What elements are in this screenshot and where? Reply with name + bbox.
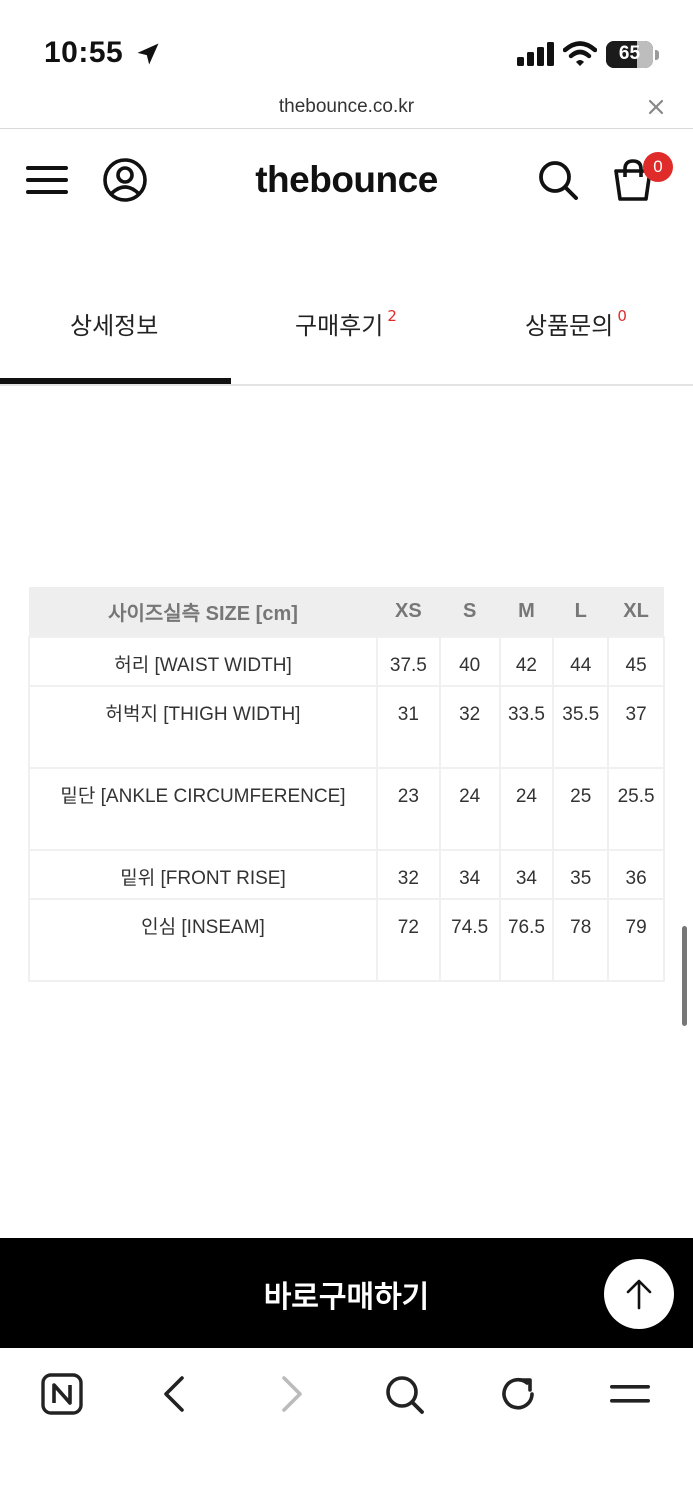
table-cell: 35 [552, 849, 610, 900]
table-cell: 35.5 [552, 685, 610, 769]
buy-now-label: 바로구매하기 [263, 1280, 430, 1315]
table-cell: 24 [498, 767, 555, 851]
row-label: 허리 [WAIST WIDTH] [28, 636, 378, 687]
table-header-m: M [499, 587, 554, 637]
row-label: 밑위 [FRONT RISE] [28, 849, 378, 900]
table-cell: 32 [438, 685, 501, 769]
status-time: 10:55 [44, 36, 124, 69]
row-label: 허벅지 [THIGH WIDTH] [28, 685, 378, 769]
table-cell: 24 [438, 767, 501, 851]
buy-now-button[interactable]: 바로구매하기 [0, 1238, 693, 1348]
table-cell: 34 [498, 849, 555, 900]
scroll-to-top-button[interactable] [604, 1259, 674, 1329]
table-row: 허리 [WAIST WIDTH] 37.5 40 42 44 45 [28, 636, 665, 687]
search-icon[interactable] [382, 1372, 426, 1416]
scrollbar[interactable] [682, 926, 687, 1026]
table-cell: 40 [438, 636, 501, 687]
table-header-row: 사이즈실측 SIZE [cm] XS S M L XL [29, 587, 664, 637]
tab-inquiries-count: 0 [617, 307, 627, 325]
cellular-signal-icon [517, 42, 554, 66]
table-cell: 79 [607, 898, 665, 982]
arrow-up-icon [626, 1279, 652, 1310]
table-cell: 25 [552, 767, 610, 851]
tab-reviews-label: 구매후기 [295, 312, 384, 340]
tab-details[interactable]: 상세정보 [70, 306, 158, 341]
url-text[interactable]: thebounce.co.kr [0, 96, 693, 118]
tab-reviews[interactable]: 구매후기 2 [295, 306, 397, 341]
tab-inquiries-label: 상품문의 [525, 312, 614, 340]
reload-icon[interactable] [496, 1372, 540, 1416]
forward-icon[interactable] [268, 1372, 312, 1416]
table-cell: 36 [607, 849, 665, 900]
table-row: 밑단 [ANKLE CIRCUMFERENCE] 23 24 24 25 25.… [28, 767, 665, 851]
table-cell: 44 [552, 636, 610, 687]
table-cell: 42 [498, 636, 555, 687]
tab-details-label: 상세정보 [70, 312, 159, 340]
url-bar[interactable]: thebounce.co.kr [0, 88, 693, 129]
table-cell: 23 [375, 767, 441, 851]
wifi-icon [563, 41, 597, 66]
table-row: 밑위 [FRONT RISE] 32 34 34 35 36 [28, 849, 665, 900]
table-cell: 37 [607, 685, 665, 769]
brand-logo[interactable]: thebounce [0, 159, 693, 201]
naver-home-icon[interactable] [40, 1372, 84, 1416]
cart-count-badge: 0 [643, 152, 673, 182]
location-arrow-icon [137, 43, 159, 65]
table-header-s: S [439, 587, 500, 637]
product-tabs: 상세정보 구매후기 2 상품문의 0 [0, 270, 693, 386]
table-header-label: 사이즈실측 SIZE [cm] [29, 587, 377, 637]
table-cell: 34 [438, 849, 501, 900]
site-header: thebounce 0 [0, 129, 693, 233]
table-cell: 45 [607, 636, 665, 687]
table-cell: 25.5 [607, 767, 665, 851]
active-tab-indicator [0, 378, 231, 384]
table-cell: 31 [375, 685, 441, 769]
back-icon[interactable] [154, 1372, 198, 1416]
table-cell: 37.5 [375, 636, 441, 687]
tab-reviews-count: 2 [387, 307, 397, 325]
table-row: 허벅지 [THIGH WIDTH] 31 32 33.5 35.5 37 [28, 685, 665, 769]
table-cell: 76.5 [498, 898, 555, 982]
table-header-xs: XS [376, 587, 440, 637]
search-icon[interactable] [537, 159, 579, 201]
battery-icon: 65 [606, 41, 659, 69]
close-icon[interactable] [645, 96, 667, 118]
table-cell: 78 [552, 898, 610, 982]
tab-inquiries[interactable]: 상품문의 0 [525, 306, 627, 341]
battery-level: 65 [618, 43, 641, 64]
table-cell: 72 [375, 898, 441, 982]
table-cell: 33.5 [498, 685, 555, 769]
status-bar: 10:55 65 [0, 0, 693, 88]
menu-icon[interactable] [608, 1372, 652, 1416]
row-label: 밑단 [ANKLE CIRCUMFERENCE] [28, 767, 378, 851]
table-cell: 74.5 [438, 898, 501, 982]
table-cell: 32 [375, 849, 441, 900]
table-header-xl: XL [608, 587, 664, 637]
browser-toolbar [0, 1348, 693, 1500]
table-row: 인심 [INSEAM] 72 74.5 76.5 78 79 [28, 898, 665, 982]
row-label: 인심 [INSEAM] [28, 898, 378, 982]
size-table: 사이즈실측 SIZE [cm] XS S M L XL 허리 [WAIST WI… [28, 587, 665, 982]
table-header-l: L [553, 587, 609, 637]
